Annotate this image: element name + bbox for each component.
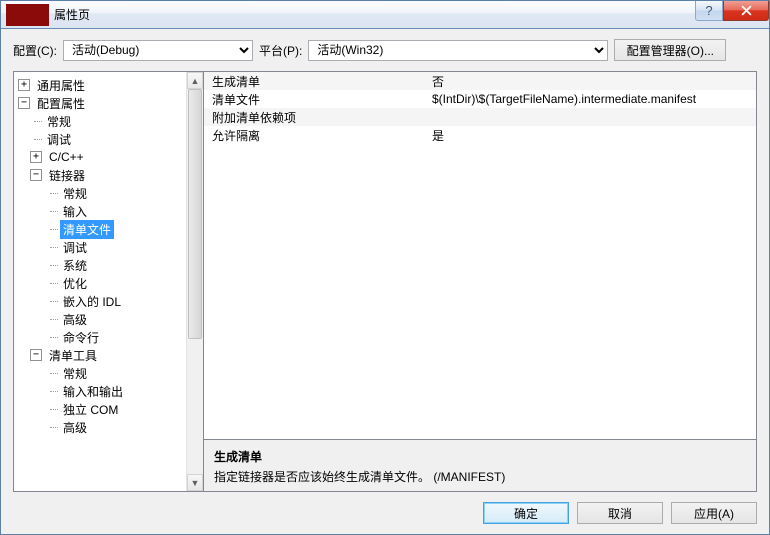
tree-label: 命令行 xyxy=(60,328,102,347)
tree-scrollbar[interactable]: ▲ ▼ xyxy=(186,72,203,491)
tree-item-manifest-io[interactable]: 输入和输出 xyxy=(16,382,184,400)
property-name: 允许隔离 xyxy=(204,127,429,144)
config-label: 配置(C): xyxy=(13,42,57,59)
cancel-button[interactable]: 取消 xyxy=(577,502,663,524)
tree-label-selected: 清单文件 xyxy=(60,220,114,239)
ok-button[interactable]: 确定 xyxy=(483,502,569,524)
tree-item-manifest-com[interactable]: 独立 COM xyxy=(16,400,184,418)
tree-label: 优化 xyxy=(60,274,90,293)
property-grid[interactable]: 生成清单 否 清单文件 $(IntDir)\$(TargetFileName).… xyxy=(204,72,756,439)
property-name: 生成清单 xyxy=(204,73,429,90)
property-name: 清单文件 xyxy=(204,91,429,108)
tree-item-linker-advanced[interactable]: 高级 xyxy=(16,310,184,328)
tree-item-manifest-general[interactable]: 常规 xyxy=(16,364,184,382)
property-row[interactable]: 清单文件 $(IntDir)\$(TargetFileName).interme… xyxy=(204,90,756,108)
config-manager-button[interactable]: 配置管理器(O)... xyxy=(614,39,726,61)
collapse-icon[interactable]: − xyxy=(30,349,42,361)
expand-icon[interactable]: + xyxy=(18,79,30,91)
close-icon xyxy=(741,5,752,16)
tree-label: 配置属性 xyxy=(34,94,88,113)
help-button[interactable]: ? xyxy=(695,1,723,21)
tree-item-linker-idl[interactable]: 嵌入的 IDL xyxy=(16,292,184,310)
expand-icon[interactable]: + xyxy=(30,151,42,163)
scroll-thumb[interactable] xyxy=(188,89,202,339)
property-row[interactable]: 允许隔离 是 xyxy=(204,126,756,144)
property-value[interactable]: 否 xyxy=(429,73,756,90)
tree-label: 常规 xyxy=(44,112,74,131)
tree-item-linker-input[interactable]: 输入 xyxy=(16,202,184,220)
collapse-icon[interactable]: − xyxy=(30,169,42,181)
main-content: + 通用属性 − 配置属性 常规 调试 + xyxy=(13,71,757,492)
tree-item-linker-general[interactable]: 常规 xyxy=(16,184,184,202)
tree-label: C/C++ xyxy=(46,149,87,165)
tree-label: 常规 xyxy=(60,364,90,383)
property-row[interactable]: 生成清单 否 xyxy=(204,72,756,90)
tree-label: 调试 xyxy=(60,238,90,257)
tree-item-cpp[interactable]: + C/C++ xyxy=(16,148,184,166)
description-title: 生成清单 xyxy=(214,448,746,465)
tree-label: 调试 xyxy=(44,130,74,149)
platform-combo[interactable]: 活动(Win32) xyxy=(308,40,608,61)
scroll-down-icon[interactable]: ▼ xyxy=(187,474,203,491)
property-description: 生成清单 指定链接器是否应该始终生成清单文件。 (/MANIFEST) xyxy=(204,439,756,491)
scroll-up-icon[interactable]: ▲ xyxy=(187,72,203,89)
tree-item-configprops[interactable]: − 配置属性 xyxy=(16,94,184,112)
property-value[interactable]: 是 xyxy=(429,127,756,144)
tree-item-linker-optimize[interactable]: 优化 xyxy=(16,274,184,292)
collapse-icon[interactable]: − xyxy=(18,97,30,109)
tree-label: 输入和输出 xyxy=(60,382,126,401)
config-combo[interactable]: 活动(Debug) xyxy=(63,40,253,61)
tree-label: 通用属性 xyxy=(34,76,88,95)
help-icon: ? xyxy=(705,3,712,18)
property-panel: 生成清单 否 清单文件 $(IntDir)\$(TargetFileName).… xyxy=(204,72,756,491)
tree-item-linker[interactable]: − 链接器 xyxy=(16,166,184,184)
category-tree[interactable]: + 通用属性 − 配置属性 常规 调试 + xyxy=(14,72,186,491)
titlebar: 属性页 ? xyxy=(1,1,769,29)
tree-label: 输入 xyxy=(60,202,90,221)
tree-label: 独立 COM xyxy=(60,400,121,419)
tree-label: 清单工具 xyxy=(46,346,100,365)
tree-item-linker-system[interactable]: 系统 xyxy=(16,256,184,274)
description-body: 指定链接器是否应该始终生成清单文件。 (/MANIFEST) xyxy=(214,468,746,485)
property-value[interactable]: $(IntDir)\$(TargetFileName).intermediate… xyxy=(429,92,756,106)
tree-item-linker-cmd[interactable]: 命令行 xyxy=(16,328,184,346)
tree-item-linker-debug[interactable]: 调试 xyxy=(16,238,184,256)
tree-label: 高级 xyxy=(60,418,90,437)
config-toolbar: 配置(C): 活动(Debug) 平台(P): 活动(Win32) 配置管理器(… xyxy=(13,39,757,61)
tree-label: 系统 xyxy=(60,256,90,275)
tree-item-general[interactable]: 常规 xyxy=(16,112,184,130)
tree-item-common[interactable]: + 通用属性 xyxy=(16,76,184,94)
tree-item-linker-manifest[interactable]: 清单文件 xyxy=(16,220,184,238)
tree-panel: + 通用属性 − 配置属性 常规 调试 + xyxy=(14,72,204,491)
close-button[interactable] xyxy=(723,1,769,21)
tree-label: 高级 xyxy=(60,310,90,329)
app-icon xyxy=(6,4,49,26)
tree-item-manifest-adv[interactable]: 高级 xyxy=(16,418,184,436)
apply-button[interactable]: 应用(A) xyxy=(671,502,757,524)
tree-label: 嵌入的 IDL xyxy=(60,292,124,311)
tree-label: 常规 xyxy=(60,184,90,203)
tree-label: 链接器 xyxy=(46,166,88,185)
window-title: 属性页 xyxy=(54,6,90,23)
platform-label: 平台(P): xyxy=(259,42,302,59)
property-row[interactable]: 附加清单依赖项 xyxy=(204,108,756,126)
dialog-buttons: 确定 取消 应用(A) xyxy=(13,502,757,524)
tree-item-debug[interactable]: 调试 xyxy=(16,130,184,148)
tree-item-manifesttool[interactable]: − 清单工具 xyxy=(16,346,184,364)
property-name: 附加清单依赖项 xyxy=(204,109,429,126)
